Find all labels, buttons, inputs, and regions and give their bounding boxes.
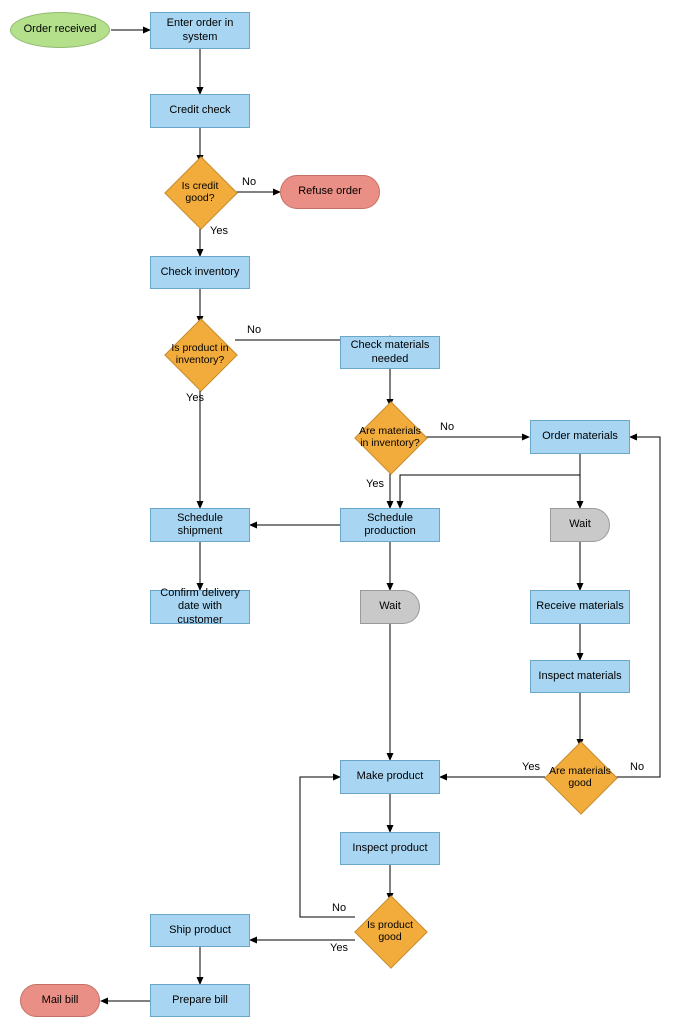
process-ship-product: Ship product bbox=[150, 914, 250, 947]
process-make-product: Make product bbox=[340, 760, 440, 794]
decision-is-in-inventory: Is product in inventory? bbox=[158, 323, 242, 385]
edge-label-mat-inv-yes: Yes bbox=[364, 478, 386, 490]
edge-label-mat-good-no: No bbox=[628, 761, 646, 773]
edge-label-credit-no: No bbox=[240, 176, 258, 188]
process-inspect-materials: Inspect materials bbox=[530, 660, 630, 693]
edge-label-prod-good-yes: Yes bbox=[328, 942, 350, 954]
delay-wait-2: Wait bbox=[550, 508, 610, 542]
delay-wait-1: Wait bbox=[360, 590, 420, 624]
process-schedule-shipment: Schedule shipment bbox=[150, 508, 250, 542]
process-inspect-product: Inspect product bbox=[340, 832, 440, 865]
edge-label-inv-yes: Yes bbox=[184, 392, 206, 404]
terminator-start: Order received bbox=[10, 12, 110, 48]
process-enter-order: Enter order in system bbox=[150, 12, 250, 49]
decision-is-credit-good: Is credit good? bbox=[163, 162, 237, 222]
process-check-materials: Check materials needed bbox=[340, 336, 440, 369]
process-confirm-delivery: Confirm delivery date with customer bbox=[150, 590, 250, 624]
edge-label-credit-yes: Yes bbox=[208, 225, 230, 237]
process-order-materials: Order materials bbox=[530, 420, 630, 454]
process-check-inventory: Check inventory bbox=[150, 256, 250, 289]
edge-label-prod-good-no: No bbox=[330, 902, 348, 914]
decision-are-materials-in-inv: Are materials in inventory? bbox=[348, 406, 432, 468]
edge-label-inv-no: No bbox=[245, 324, 263, 336]
terminator-mail-bill: Mail bill bbox=[20, 984, 100, 1017]
process-prepare-bill: Prepare bill bbox=[150, 984, 250, 1017]
process-receive-materials: Receive materials bbox=[530, 590, 630, 624]
process-schedule-production: Schedule production bbox=[340, 508, 440, 542]
process-credit-check: Credit check bbox=[150, 94, 250, 128]
decision-are-materials-good: Are materials good bbox=[538, 746, 622, 808]
decision-is-product-good: Is product good bbox=[348, 900, 432, 962]
edge-label-mat-good-yes: Yes bbox=[520, 761, 542, 773]
edge-label-mat-inv-no: No bbox=[438, 421, 456, 433]
terminator-refuse-order: Refuse order bbox=[280, 175, 380, 209]
